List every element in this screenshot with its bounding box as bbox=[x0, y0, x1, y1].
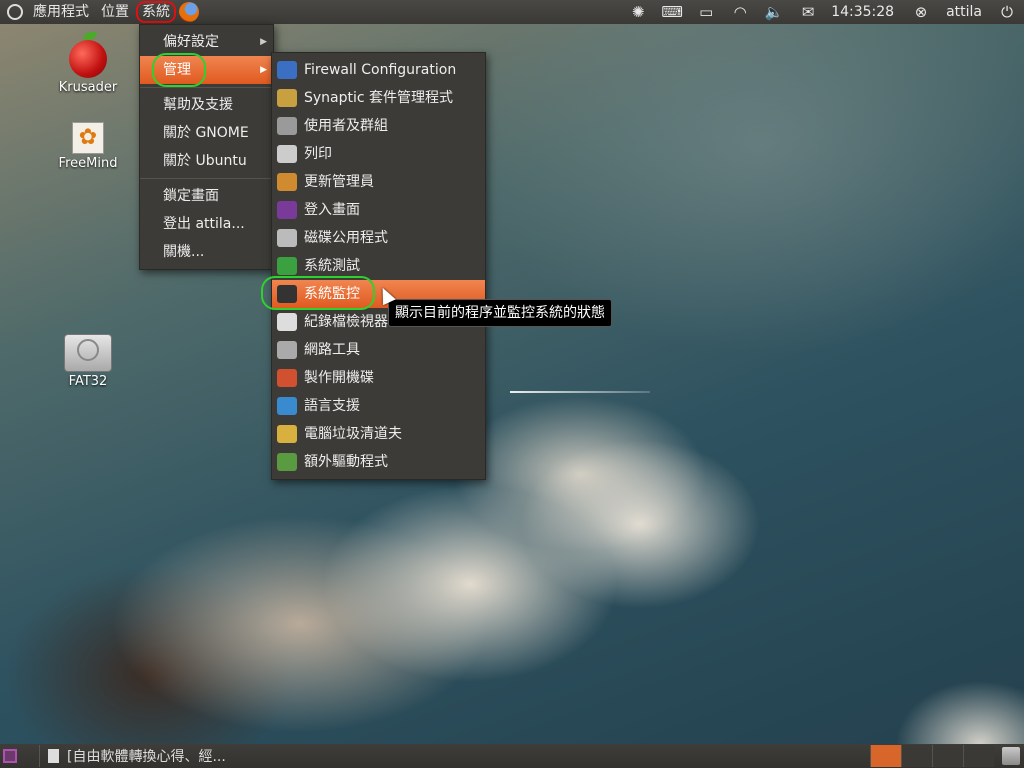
submenu-item-package[interactable]: Synaptic 套件管理程式 bbox=[272, 84, 485, 112]
submenu-arrow-icon: ▶ bbox=[260, 65, 267, 75]
submenu-item-driver[interactable]: 額外驅動程式 bbox=[272, 448, 485, 476]
taskbar-window-title: [自由軟體轉換心得、經... bbox=[67, 749, 226, 765]
workspace-3[interactable] bbox=[932, 745, 963, 767]
log-icon bbox=[277, 313, 297, 331]
ubuntu-logo-icon[interactable] bbox=[7, 4, 23, 20]
menu-item-shut-down[interactable]: 關機... bbox=[140, 238, 273, 266]
tooltip: 顯示目前的程序並監控系統的狀態 bbox=[388, 299, 612, 327]
applications-menu[interactable]: 應用程式 bbox=[27, 0, 95, 24]
taskbar-window-button[interactable]: [自由軟體轉換心得、經... bbox=[39, 745, 234, 767]
keyboard-icon[interactable]: ⌨ bbox=[661, 3, 683, 21]
submenu-item-label: Firewall Configuration bbox=[304, 62, 457, 78]
annotation-highlight-circle bbox=[261, 276, 375, 310]
submenu-item-label: 磁碟公用程式 bbox=[304, 230, 388, 246]
desktop-icon-label: FAT32 bbox=[68, 374, 108, 389]
document-icon bbox=[48, 749, 59, 763]
wallpaper-contrail bbox=[510, 391, 650, 393]
trash-icon[interactable] bbox=[1002, 747, 1020, 765]
submenu-arrow-icon: ▶ bbox=[260, 37, 267, 47]
annotation-highlight-circle bbox=[152, 53, 206, 87]
desktop-icon-label: Krusader bbox=[58, 80, 118, 95]
firefox-icon[interactable] bbox=[179, 2, 199, 22]
submenu-item-users[interactable]: 使用者及群組 bbox=[272, 112, 485, 140]
top-panel: 應用程式 位置 系統 ✺ ⌨ ▭ ◠ 🔈 ✉ 14:35:28 ⊗ attila… bbox=[0, 0, 1024, 24]
menu-item-log-out[interactable]: 登出 attila... bbox=[140, 210, 273, 238]
submenu-item-label: 電腦垃圾清道夫 bbox=[304, 426, 402, 442]
submenu-item-label: Synaptic 套件管理程式 bbox=[304, 90, 454, 106]
package-icon bbox=[277, 89, 297, 107]
language-icon bbox=[277, 397, 297, 415]
system-menu[interactable]: 系統 bbox=[135, 0, 177, 24]
hard-drive-icon bbox=[64, 334, 112, 372]
menu-item-lock-screen[interactable]: 鎖定畫面 bbox=[140, 182, 273, 210]
menu-item-about-gnome[interactable]: 關於 GNOME bbox=[140, 119, 273, 147]
submenu-item-network[interactable]: 網路工具 bbox=[272, 336, 485, 364]
indicator-area: ✺ ⌨ ▭ ◠ 🔈 ✉ 14:35:28 ⊗ attila ⏻ bbox=[621, 0, 1024, 24]
submenu-item-shield[interactable]: Firewall Configuration bbox=[272, 56, 485, 84]
menu-item-label: 偏好設定 bbox=[163, 34, 219, 50]
workspace-switcher bbox=[870, 745, 994, 767]
submenu-item-label: 製作開機碟 bbox=[304, 370, 374, 386]
menu-separator bbox=[140, 178, 273, 179]
krusader-apple-icon bbox=[69, 32, 107, 78]
submenu-item-printer[interactable]: 列印 bbox=[272, 140, 485, 168]
bottom-panel: [自由軟體轉換心得、經... bbox=[0, 744, 1024, 768]
administration-submenu: Firewall Configuration Synaptic 套件管理程式 使用者… bbox=[271, 52, 486, 480]
wifi-icon[interactable]: ◠ bbox=[729, 3, 751, 21]
submenu-item-label: 更新管理員 bbox=[304, 174, 374, 190]
workspace-1[interactable] bbox=[870, 745, 901, 767]
users-icon bbox=[277, 117, 297, 135]
driver-icon bbox=[277, 453, 297, 471]
clock[interactable]: 14:35:28 bbox=[831, 4, 894, 20]
menu-item-preferences[interactable]: 偏好設定 ▶ bbox=[140, 28, 273, 56]
network-manager-swirl-icon[interactable]: ✺ bbox=[627, 3, 649, 21]
battery-icon[interactable]: ▭ bbox=[695, 3, 717, 21]
submenu-item-startup-disk[interactable]: 製作開機碟 bbox=[272, 364, 485, 392]
submenu-item-label: 額外驅動程式 bbox=[304, 454, 388, 470]
volume-icon[interactable]: 🔈 bbox=[763, 3, 785, 21]
submenu-item-label: 列印 bbox=[304, 146, 332, 162]
desktop-icon-krusader[interactable]: Krusader bbox=[38, 32, 138, 95]
submenu-item-label: 紀錄檔檢視器 bbox=[304, 314, 388, 330]
menu-item-help[interactable]: 幫助及支援 bbox=[140, 91, 273, 119]
submenu-item-label: 語言支援 bbox=[304, 398, 360, 414]
submenu-item-language[interactable]: 語言支援 bbox=[272, 392, 485, 420]
submenu-item-label: 登入畫面 bbox=[304, 202, 360, 218]
checkbox-icon bbox=[277, 257, 297, 275]
mail-icon[interactable]: ✉ bbox=[797, 3, 819, 21]
freemind-butterfly-icon: ✿ bbox=[72, 122, 104, 154]
submenu-item-update[interactable]: 更新管理員 bbox=[272, 168, 485, 196]
submenu-item-broom[interactable]: 電腦垃圾清道夫 bbox=[272, 420, 485, 448]
printer-icon bbox=[277, 145, 297, 163]
update-icon bbox=[277, 173, 297, 191]
desktop-icon-label: FreeMind bbox=[58, 156, 118, 171]
submenu-item-login-screen[interactable]: 登入畫面 bbox=[272, 196, 485, 224]
submenu-item-label: 網路工具 bbox=[304, 342, 360, 358]
login-screen-icon bbox=[277, 201, 297, 219]
submenu-item-disk[interactable]: 磁碟公用程式 bbox=[272, 224, 485, 252]
menu-item-about-ubuntu[interactable]: 關於 Ubuntu bbox=[140, 147, 273, 175]
startup-disk-icon bbox=[277, 369, 297, 387]
broom-icon bbox=[277, 425, 297, 443]
desktop-icon-freemind[interactable]: ✿ FreeMind bbox=[38, 122, 138, 171]
menu-separator bbox=[140, 87, 273, 88]
user-status-icon[interactable]: ⊗ bbox=[910, 3, 932, 21]
workspace-4[interactable] bbox=[963, 745, 994, 767]
power-icon[interactable]: ⏻ bbox=[996, 3, 1018, 21]
disk-icon bbox=[277, 229, 297, 247]
submenu-item-label: 系統測試 bbox=[304, 258, 360, 274]
places-menu[interactable]: 位置 bbox=[95, 0, 135, 24]
user-name[interactable]: attila bbox=[946, 4, 982, 20]
show-desktop-icon[interactable] bbox=[3, 749, 17, 763]
network-icon bbox=[277, 341, 297, 359]
shield-icon bbox=[277, 61, 297, 79]
desktop-icon-fat32[interactable]: FAT32 bbox=[38, 334, 138, 389]
submenu-item-label: 使用者及群組 bbox=[304, 118, 388, 134]
workspace-2[interactable] bbox=[901, 745, 932, 767]
